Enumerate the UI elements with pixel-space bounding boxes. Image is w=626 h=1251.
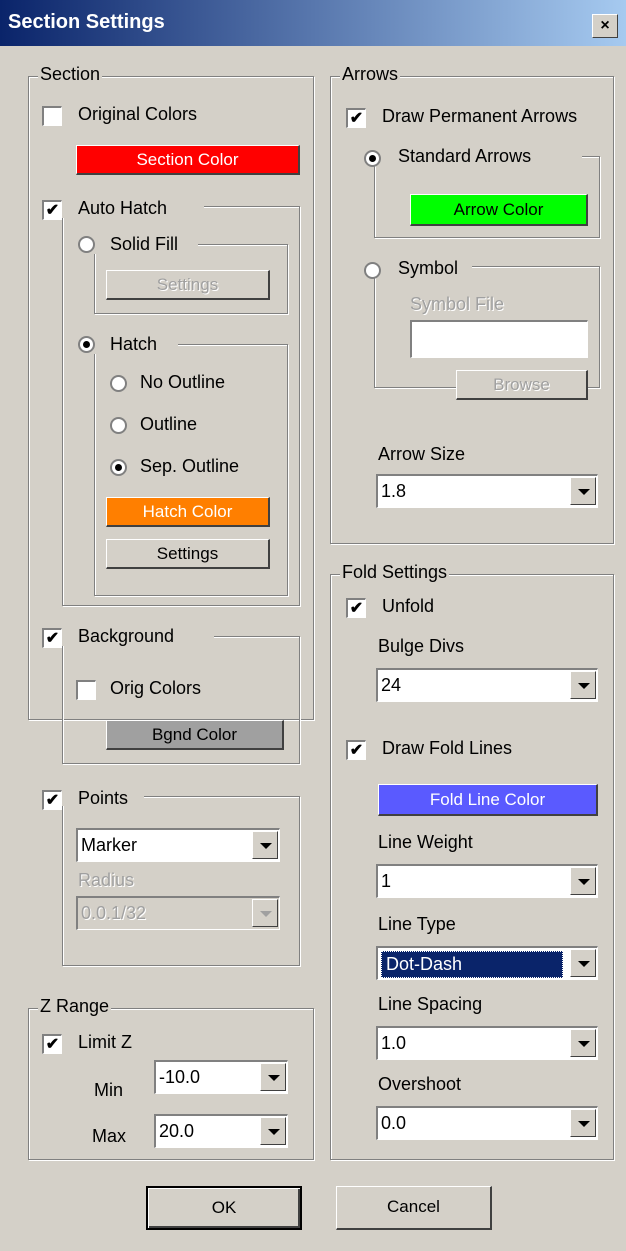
limit-z-label: Limit Z [78, 1032, 132, 1052]
fold-line-color-button[interactable]: Fold Line Color [378, 784, 598, 816]
chevron-down-icon[interactable] [570, 477, 596, 505]
z-range-legend: Z Range [38, 996, 112, 1017]
symbol-file-input[interactable] [410, 320, 588, 358]
marker-select[interactable]: Marker [76, 828, 280, 862]
solid-fill-label: Solid Fill [110, 234, 179, 254]
hatch-radio[interactable] [78, 336, 95, 353]
draw-permanent-arrows-checkbox[interactable]: ✔ [346, 108, 366, 128]
arrow-color-button[interactable]: Arrow Color [410, 194, 588, 226]
overshoot-select[interactable]: 0.0 [376, 1106, 598, 1140]
overshoot-label: Overshoot [378, 1074, 462, 1094]
standard-arrows-label: Standard Arrows [398, 146, 532, 166]
symbol-file-label: Symbol File [410, 294, 505, 314]
limit-z-checkbox[interactable]: ✔ [42, 1034, 62, 1054]
window-title: Section Settings [8, 11, 165, 33]
bgnd-color-button[interactable]: Bgnd Color [106, 720, 284, 750]
section-color-button[interactable]: Section Color [76, 145, 300, 175]
line-type-label: Line Type [378, 914, 456, 934]
auto-hatch-checkbox[interactable]: ✔ [42, 200, 62, 220]
browse-button[interactable]: Browse [456, 370, 588, 400]
bulge-divs-value: 24 [381, 675, 402, 695]
orig-colors-label: Orig Colors [110, 678, 202, 698]
arrow-size-select[interactable]: 1.8 [376, 474, 598, 508]
radius-label: Radius [78, 870, 135, 890]
z-max-label: Max [92, 1126, 127, 1146]
line-type-value: Dot-Dash [381, 951, 563, 978]
unfold-checkbox[interactable]: ✔ [346, 598, 366, 618]
z-min-value: -10.0 [159, 1067, 201, 1087]
z-min-select[interactable]: -10.0 [154, 1060, 288, 1094]
chevron-down-icon[interactable] [252, 899, 278, 927]
sep-outline-radio[interactable] [110, 459, 127, 476]
points-checkbox[interactable]: ✔ [42, 790, 62, 810]
line-spacing-value: 1.0 [381, 1033, 407, 1053]
chevron-down-icon[interactable] [570, 949, 596, 977]
chevron-down-icon[interactable] [252, 831, 278, 859]
marker-select-value: Marker [81, 835, 138, 855]
hatch-settings-button[interactable]: Settings [106, 539, 270, 569]
z-max-select[interactable]: 20.0 [154, 1114, 288, 1148]
draw-permanent-arrows-label: Draw Permanent Arrows [382, 106, 578, 126]
sep-outline-radio-dot [115, 464, 122, 471]
chevron-down-icon[interactable] [260, 1063, 286, 1091]
z-min-label: Min [94, 1080, 124, 1100]
radius-select-value: 0.0.1/32 [81, 903, 147, 923]
overshoot-value: 0.0 [381, 1113, 407, 1133]
outline-label: Outline [140, 414, 198, 434]
no-outline-radio[interactable] [110, 375, 127, 392]
line-spacing-select[interactable]: 1.0 [376, 1026, 598, 1060]
section-legend: Section [38, 64, 103, 85]
chevron-down-icon[interactable] [260, 1117, 286, 1145]
solid-fill-radio[interactable] [78, 236, 95, 253]
ok-button[interactable]: OK [146, 1186, 302, 1230]
orig-colors-checkbox[interactable] [76, 680, 96, 700]
arrow-size-label: Arrow Size [378, 444, 466, 464]
line-type-select[interactable]: Dot-Dash [376, 946, 598, 980]
chevron-down-icon[interactable] [570, 1109, 596, 1137]
arrow-size-value: 1.8 [381, 481, 407, 501]
sep-outline-label: Sep. Outline [140, 456, 240, 476]
draw-fold-lines-label: Draw Fold Lines [382, 738, 513, 758]
points-label: Points [78, 788, 129, 808]
hatch-radio-dot [83, 341, 90, 348]
symbol-radio[interactable] [364, 262, 381, 279]
chevron-down-icon[interactable] [570, 671, 596, 699]
line-weight-label: Line Weight [378, 832, 473, 852]
background-label: Background [78, 626, 175, 646]
no-outline-label: No Outline [140, 372, 226, 392]
original-colors-label: Original Colors [78, 104, 198, 124]
original-colors-checkbox[interactable] [42, 106, 62, 126]
bulge-divs-select[interactable]: 24 [376, 668, 598, 702]
arrows-legend: Arrows [340, 64, 401, 85]
solid-fill-settings-button[interactable]: Settings [106, 270, 270, 300]
z-max-value: 20.0 [159, 1121, 195, 1141]
hatch-color-button[interactable]: Hatch Color [106, 497, 270, 527]
line-weight-select[interactable]: 1 [376, 864, 598, 898]
radius-select[interactable]: 0.0.1/32 [76, 896, 280, 930]
outline-radio[interactable] [110, 417, 127, 434]
background-checkbox[interactable]: ✔ [42, 628, 62, 648]
unfold-label: Unfold [382, 596, 435, 616]
line-weight-value: 1 [381, 871, 392, 891]
title-bar: Section Settings × [0, 0, 626, 46]
fold-settings-legend: Fold Settings [340, 562, 450, 583]
auto-hatch-label: Auto Hatch [78, 198, 168, 218]
cancel-button[interactable]: Cancel [336, 1186, 492, 1230]
standard-arrows-radio[interactable] [364, 150, 381, 167]
bulge-divs-label: Bulge Divs [378, 636, 465, 656]
standard-arrows-radio-dot [369, 155, 376, 162]
close-button[interactable]: × [592, 14, 618, 38]
hatch-label: Hatch [110, 334, 158, 354]
chevron-down-icon[interactable] [570, 1029, 596, 1057]
symbol-label: Symbol [398, 258, 459, 278]
draw-fold-lines-checkbox[interactable]: ✔ [346, 740, 366, 760]
chevron-down-icon[interactable] [570, 867, 596, 895]
line-spacing-label: Line Spacing [378, 994, 483, 1014]
